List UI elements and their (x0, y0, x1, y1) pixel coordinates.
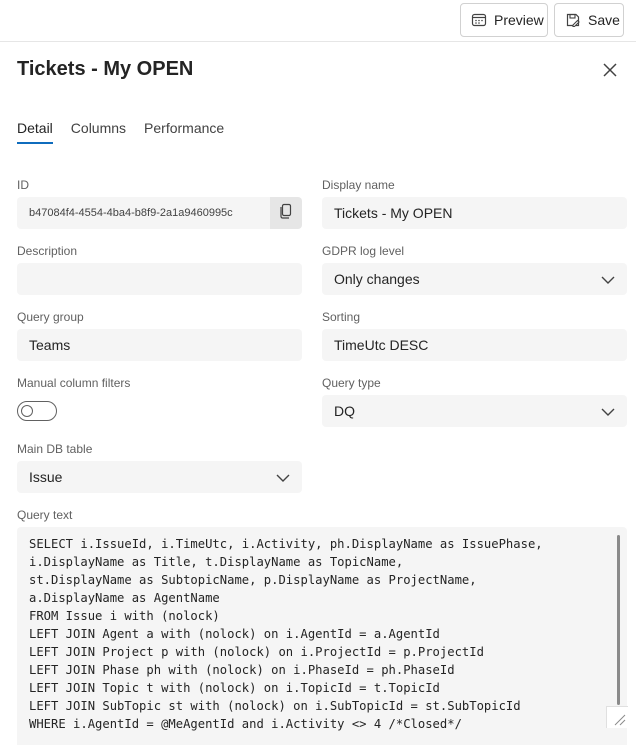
close-icon[interactable] (600, 60, 620, 80)
gdpr-log-level-label: GDPR log level (322, 244, 405, 258)
tab-columns[interactable]: Columns (71, 120, 126, 144)
query-type-select[interactable]: DQ (322, 395, 627, 427)
main-db-table-value: Issue (29, 469, 63, 485)
top-toolbar: Preview Save (0, 0, 636, 42)
preview-button[interactable]: Preview (460, 3, 548, 37)
chevron-down-icon (601, 273, 615, 289)
display-name-label: Display name (322, 178, 395, 192)
id-value: b47084f4-4554-4ba4-b8f9-2a1a9460995c (29, 207, 233, 219)
query-group-value: Teams (29, 337, 71, 353)
query-group-label: Query group (17, 310, 84, 324)
query-text-label: Query text (17, 508, 73, 522)
id-field[interactable]: b47084f4-4554-4ba4-b8f9-2a1a9460995c (17, 197, 270, 229)
save-label: Save (588, 12, 620, 28)
calendar-icon (471, 12, 487, 28)
copy-button[interactable] (270, 197, 302, 229)
tab-list: Detail Columns Performance (17, 120, 242, 144)
tab-detail[interactable]: Detail (17, 120, 53, 144)
manual-column-filters-toggle[interactable] (17, 401, 57, 421)
query-type-value: DQ (334, 403, 355, 419)
query-text-area[interactable]: SELECT i.IssueId, i.TimeUtc, i.Activity,… (17, 527, 627, 745)
gdpr-log-level-select[interactable]: Only changes (322, 263, 627, 295)
description-label: Description (17, 244, 78, 258)
query-group-field[interactable]: Teams (17, 329, 302, 361)
query-type-label: Query type (322, 376, 381, 390)
display-name-field[interactable]: Tickets - My OPEN (322, 197, 627, 229)
query-scrollbar[interactable] (617, 535, 620, 705)
sorting-label: Sorting (322, 310, 361, 324)
copy-icon (278, 203, 294, 224)
chevron-down-icon (276, 471, 290, 487)
id-label: ID (17, 178, 29, 192)
chevron-down-icon (601, 405, 615, 421)
display-name-value: Tickets - My OPEN (334, 205, 453, 221)
main-db-table-select[interactable]: Issue (17, 461, 302, 493)
description-field[interactable] (17, 263, 302, 295)
toggle-knob (21, 405, 33, 417)
save-button[interactable]: Save (554, 3, 624, 37)
tab-performance[interactable]: Performance (144, 120, 224, 144)
sorting-value: TimeUtc DESC (334, 337, 429, 353)
preview-label: Preview (494, 12, 544, 28)
main-db-table-label: Main DB table (17, 442, 93, 456)
save-icon (565, 12, 581, 28)
resize-handle[interactable] (606, 706, 628, 728)
manual-column-filters-label: Manual column filters (17, 376, 131, 390)
gdpr-log-level-value: Only changes (334, 271, 420, 287)
sorting-field[interactable]: TimeUtc DESC (322, 329, 627, 361)
page-title: Tickets - My OPEN (17, 58, 194, 80)
